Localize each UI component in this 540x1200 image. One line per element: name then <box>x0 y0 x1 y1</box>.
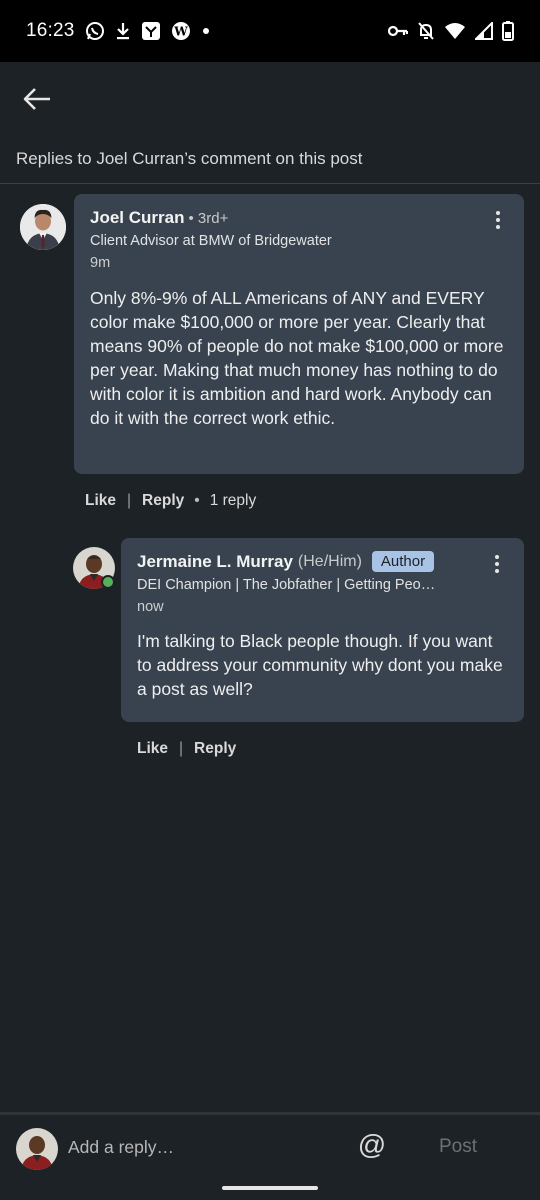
wifi-icon <box>444 22 466 40</box>
replies-subheader-text: Replies to Joel Curran’s comment on this… <box>16 148 363 168</box>
reply-count-link[interactable]: 1 reply <box>210 492 257 510</box>
wordpress-icon: W <box>171 21 191 41</box>
notifications-off-icon <box>417 21 435 41</box>
reply-button[interactable]: Reply <box>194 740 236 758</box>
comment-author-row: Joel Curran • 3rd+ <box>90 208 228 228</box>
app-header <box>0 62 540 134</box>
comment-bubble: Joel Curran • 3rd+ Client Advisor at BMW… <box>74 194 524 474</box>
comment-author-headline: Client Advisor at BMW of Bridgewater <box>90 233 332 249</box>
back-button[interactable] <box>20 82 54 116</box>
reply-author-pronouns: (He/Him) <box>297 552 362 570</box>
reply-author-headline: DEI Champion | The Jobfather | Getting P… <box>137 577 436 593</box>
download-icon <box>115 21 131 41</box>
comment-author-name[interactable]: Joel Curran <box>90 208 184 228</box>
at-icon: @ <box>357 1129 387 1160</box>
person-avatar-icon <box>20 204 66 250</box>
reply-actions: Like | Reply <box>137 740 236 758</box>
bullet-separator: • <box>194 492 200 509</box>
reply-bubble: Jermaine L. Murray (He/Him) Author DEI C… <box>121 538 524 722</box>
comment-actions: Like | Reply • 1 reply <box>85 492 256 510</box>
divider: | <box>179 740 184 757</box>
reply-author-row: Jermaine L. Murray (He/Him) Author <box>137 551 435 572</box>
more-options-icon[interactable] <box>488 206 508 234</box>
reply-text: I'm talking to Black people though. If y… <box>137 631 503 699</box>
status-right-icons <box>388 21 514 41</box>
home-indicator <box>222 1186 318 1190</box>
post-button[interactable]: Post <box>439 1136 477 1158</box>
comment-timestamp: 9m <box>90 255 111 271</box>
whatsapp-icon <box>85 21 105 41</box>
status-bar: 16:23 W <box>0 0 540 62</box>
connection-degree: • 3rd+ <box>188 209 229 227</box>
replies-subheader: Replies to Joel Curran’s comment on this… <box>0 134 540 184</box>
like-button[interactable]: Like <box>137 740 168 758</box>
signal-icon <box>475 22 493 40</box>
mention-button[interactable]: @ <box>356 1129 388 1161</box>
online-status-dot <box>101 575 115 589</box>
person-avatar-icon <box>16 1128 58 1170</box>
dot-icon <box>201 26 211 36</box>
back-arrow-icon <box>23 88 50 110</box>
vpn-key-icon <box>388 24 408 38</box>
comment-text: Only 8%-9% of ALL Americans of ANY and E… <box>90 288 504 428</box>
reply-timestamp: now <box>137 599 164 615</box>
app-icon <box>141 21 161 41</box>
reply-input[interactable]: Add a reply… <box>68 1137 174 1158</box>
status-time: 16:23 <box>26 20 75 41</box>
reply-author-name[interactable]: Jermaine L. Murray <box>137 552 293 572</box>
more-options-icon[interactable] <box>487 550 507 578</box>
battery-icon <box>502 21 514 41</box>
divider: | <box>127 492 132 509</box>
svg-text:W: W <box>173 25 188 39</box>
reply-button[interactable]: Reply <box>142 492 184 510</box>
composer-avatar <box>16 1128 58 1170</box>
avatar[interactable] <box>20 204 66 250</box>
like-button[interactable]: Like <box>85 492 116 510</box>
author-badge: Author <box>371 551 435 572</box>
status-left-icons: W <box>85 21 211 41</box>
